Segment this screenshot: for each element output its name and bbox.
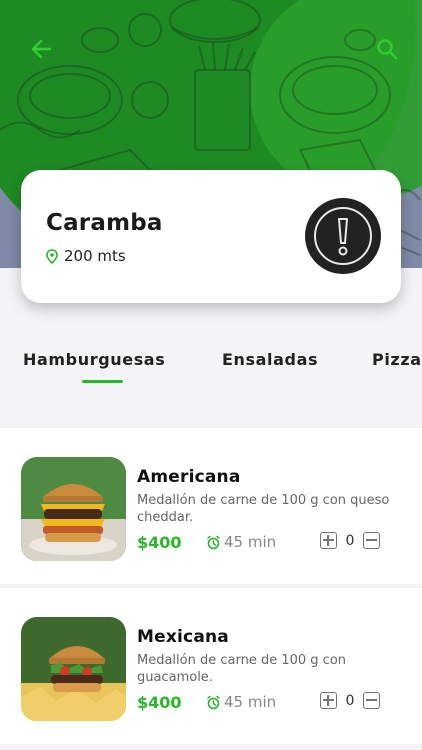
- restaurant-info-button[interactable]: [305, 198, 381, 274]
- product-image: [21, 457, 126, 561]
- product-image: [21, 617, 126, 721]
- active-tab-indicator: [82, 380, 123, 383]
- prep-time-text: 45 min: [224, 533, 277, 551]
- quantity-stepper: 0: [320, 692, 380, 709]
- product-price: $400: [137, 533, 182, 552]
- arrow-left-icon: [31, 39, 52, 59]
- tab-hamburguesas[interactable]: Hamburguesas: [23, 350, 165, 369]
- quantity-value: 0: [345, 692, 355, 709]
- back-button[interactable]: [26, 34, 56, 64]
- restaurant-distance: 200 mts: [46, 247, 126, 265]
- burger-photo: [21, 457, 126, 561]
- product-description: Medallón de carne de 100 g con guacamole…: [137, 653, 347, 685]
- product-price: $400: [137, 693, 182, 712]
- alarm-clock-icon: [207, 535, 220, 549]
- product-name: Mexicana: [137, 627, 229, 647]
- increase-quantity-button[interactable]: [320, 532, 337, 549]
- tab-ensaladas[interactable]: Ensaladas: [222, 350, 318, 369]
- location-pin-icon: [46, 248, 58, 264]
- decrease-quantity-button[interactable]: [363, 692, 380, 709]
- tab-pizza[interactable]: Pizza: [372, 350, 422, 369]
- product-description: Medallón de carne de 100 g con queso che…: [137, 493, 390, 525]
- quantity-value: 0: [345, 532, 355, 549]
- product-prep-time: 45 min: [206, 533, 276, 551]
- product-item[interactable]: Mexicana Medallón de carne de 100 g con …: [0, 588, 422, 744]
- product-item[interactable]: Americana Medallón de carne de 100 g con…: [0, 428, 422, 584]
- search-button[interactable]: [372, 34, 402, 64]
- product-prep-time: 45 min: [206, 693, 276, 711]
- quantity-stepper: 0: [320, 532, 380, 549]
- product-name: Americana: [137, 467, 241, 487]
- exclamation-icon: [314, 207, 372, 265]
- decrease-quantity-button[interactable]: [363, 532, 380, 549]
- increase-quantity-button[interactable]: [320, 692, 337, 709]
- restaurant-card: Caramba 200 mts: [21, 170, 401, 303]
- category-tabs: Hamburguesas Ensaladas Pizza: [0, 340, 422, 390]
- search-icon: [377, 39, 398, 60]
- restaurant-name: Caramba: [46, 210, 163, 236]
- distance-text: 200 mts: [64, 247, 126, 265]
- prep-time-text: 45 min: [224, 693, 277, 711]
- alarm-clock-icon: [207, 695, 220, 709]
- burger-photo: [21, 617, 126, 721]
